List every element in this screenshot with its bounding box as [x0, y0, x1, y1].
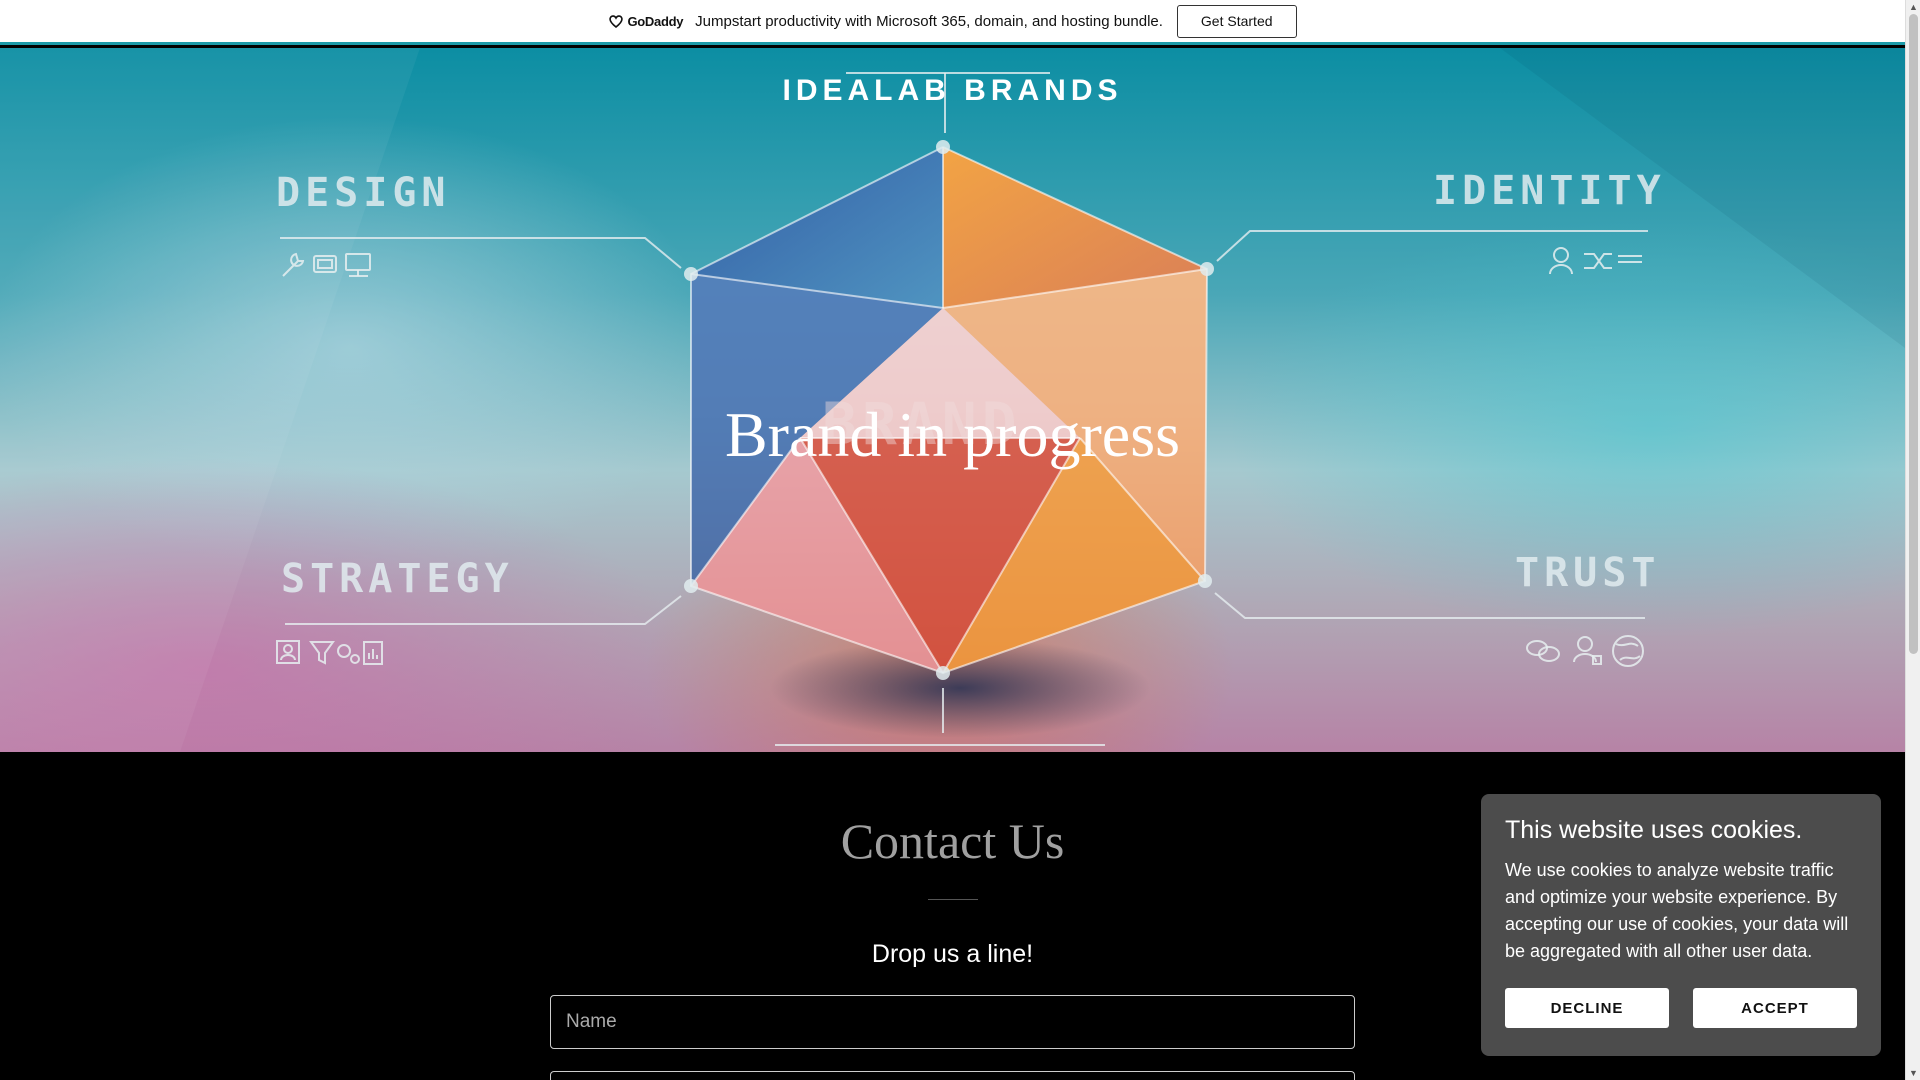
trust-icons	[1526, 635, 1644, 667]
godaddy-logo[interactable]: GoDaddy	[608, 13, 683, 29]
heading-divider	[928, 899, 978, 900]
email-input-partial[interactable]	[550, 1071, 1355, 1080]
decline-button[interactable]: DECLINE	[1505, 988, 1669, 1028]
identity-icons	[1549, 247, 1642, 275]
page-scrollbar[interactable]: ▲ ▼	[1905, 0, 1920, 1080]
cookie-title: This website uses cookies.	[1505, 816, 1803, 844]
cookie-banner: This website uses cookies. We use cookie…	[1481, 794, 1881, 1056]
cookie-body: We use cookies to analyze website traffi…	[1505, 860, 1849, 961]
label-design: DESIGN	[276, 170, 451, 216]
site-brand-name[interactable]: IDEALAB BRANDS	[0, 74, 1905, 108]
godaddy-heart-icon	[609, 15, 624, 29]
scrollbar-thumb[interactable]	[1909, 14, 1918, 654]
label-strategy: STRATEGY	[281, 556, 514, 602]
hero-title: Brand in progress	[724, 399, 1181, 470]
scroll-up-arrow-icon[interactable]: ▲	[1909, 2, 1918, 12]
promo-bar: GoDaddy Jumpstart productivity with Micr…	[0, 0, 1905, 45]
strategy-icons	[276, 640, 383, 665]
promo-text: Jumpstart productivity with Microsoft 36…	[695, 12, 1163, 30]
cookie-buttons: DECLINE ACCEPT	[1505, 988, 1857, 1028]
scroll-down-arrow-icon[interactable]: ▼	[1909, 1068, 1918, 1078]
label-identity: IDENTITY	[1433, 168, 1666, 214]
hero-section: IDEALAB BRANDS DESIGN IDENTITY STRATEGY …	[0, 48, 1905, 752]
accept-button[interactable]: ACCEPT	[1693, 988, 1857, 1028]
label-trust: TRUST	[1515, 550, 1661, 596]
get-started-button[interactable]: Get Started	[1176, 4, 1297, 38]
logo-text: GoDaddy	[627, 13, 684, 29]
name-input[interactable]	[550, 995, 1355, 1049]
